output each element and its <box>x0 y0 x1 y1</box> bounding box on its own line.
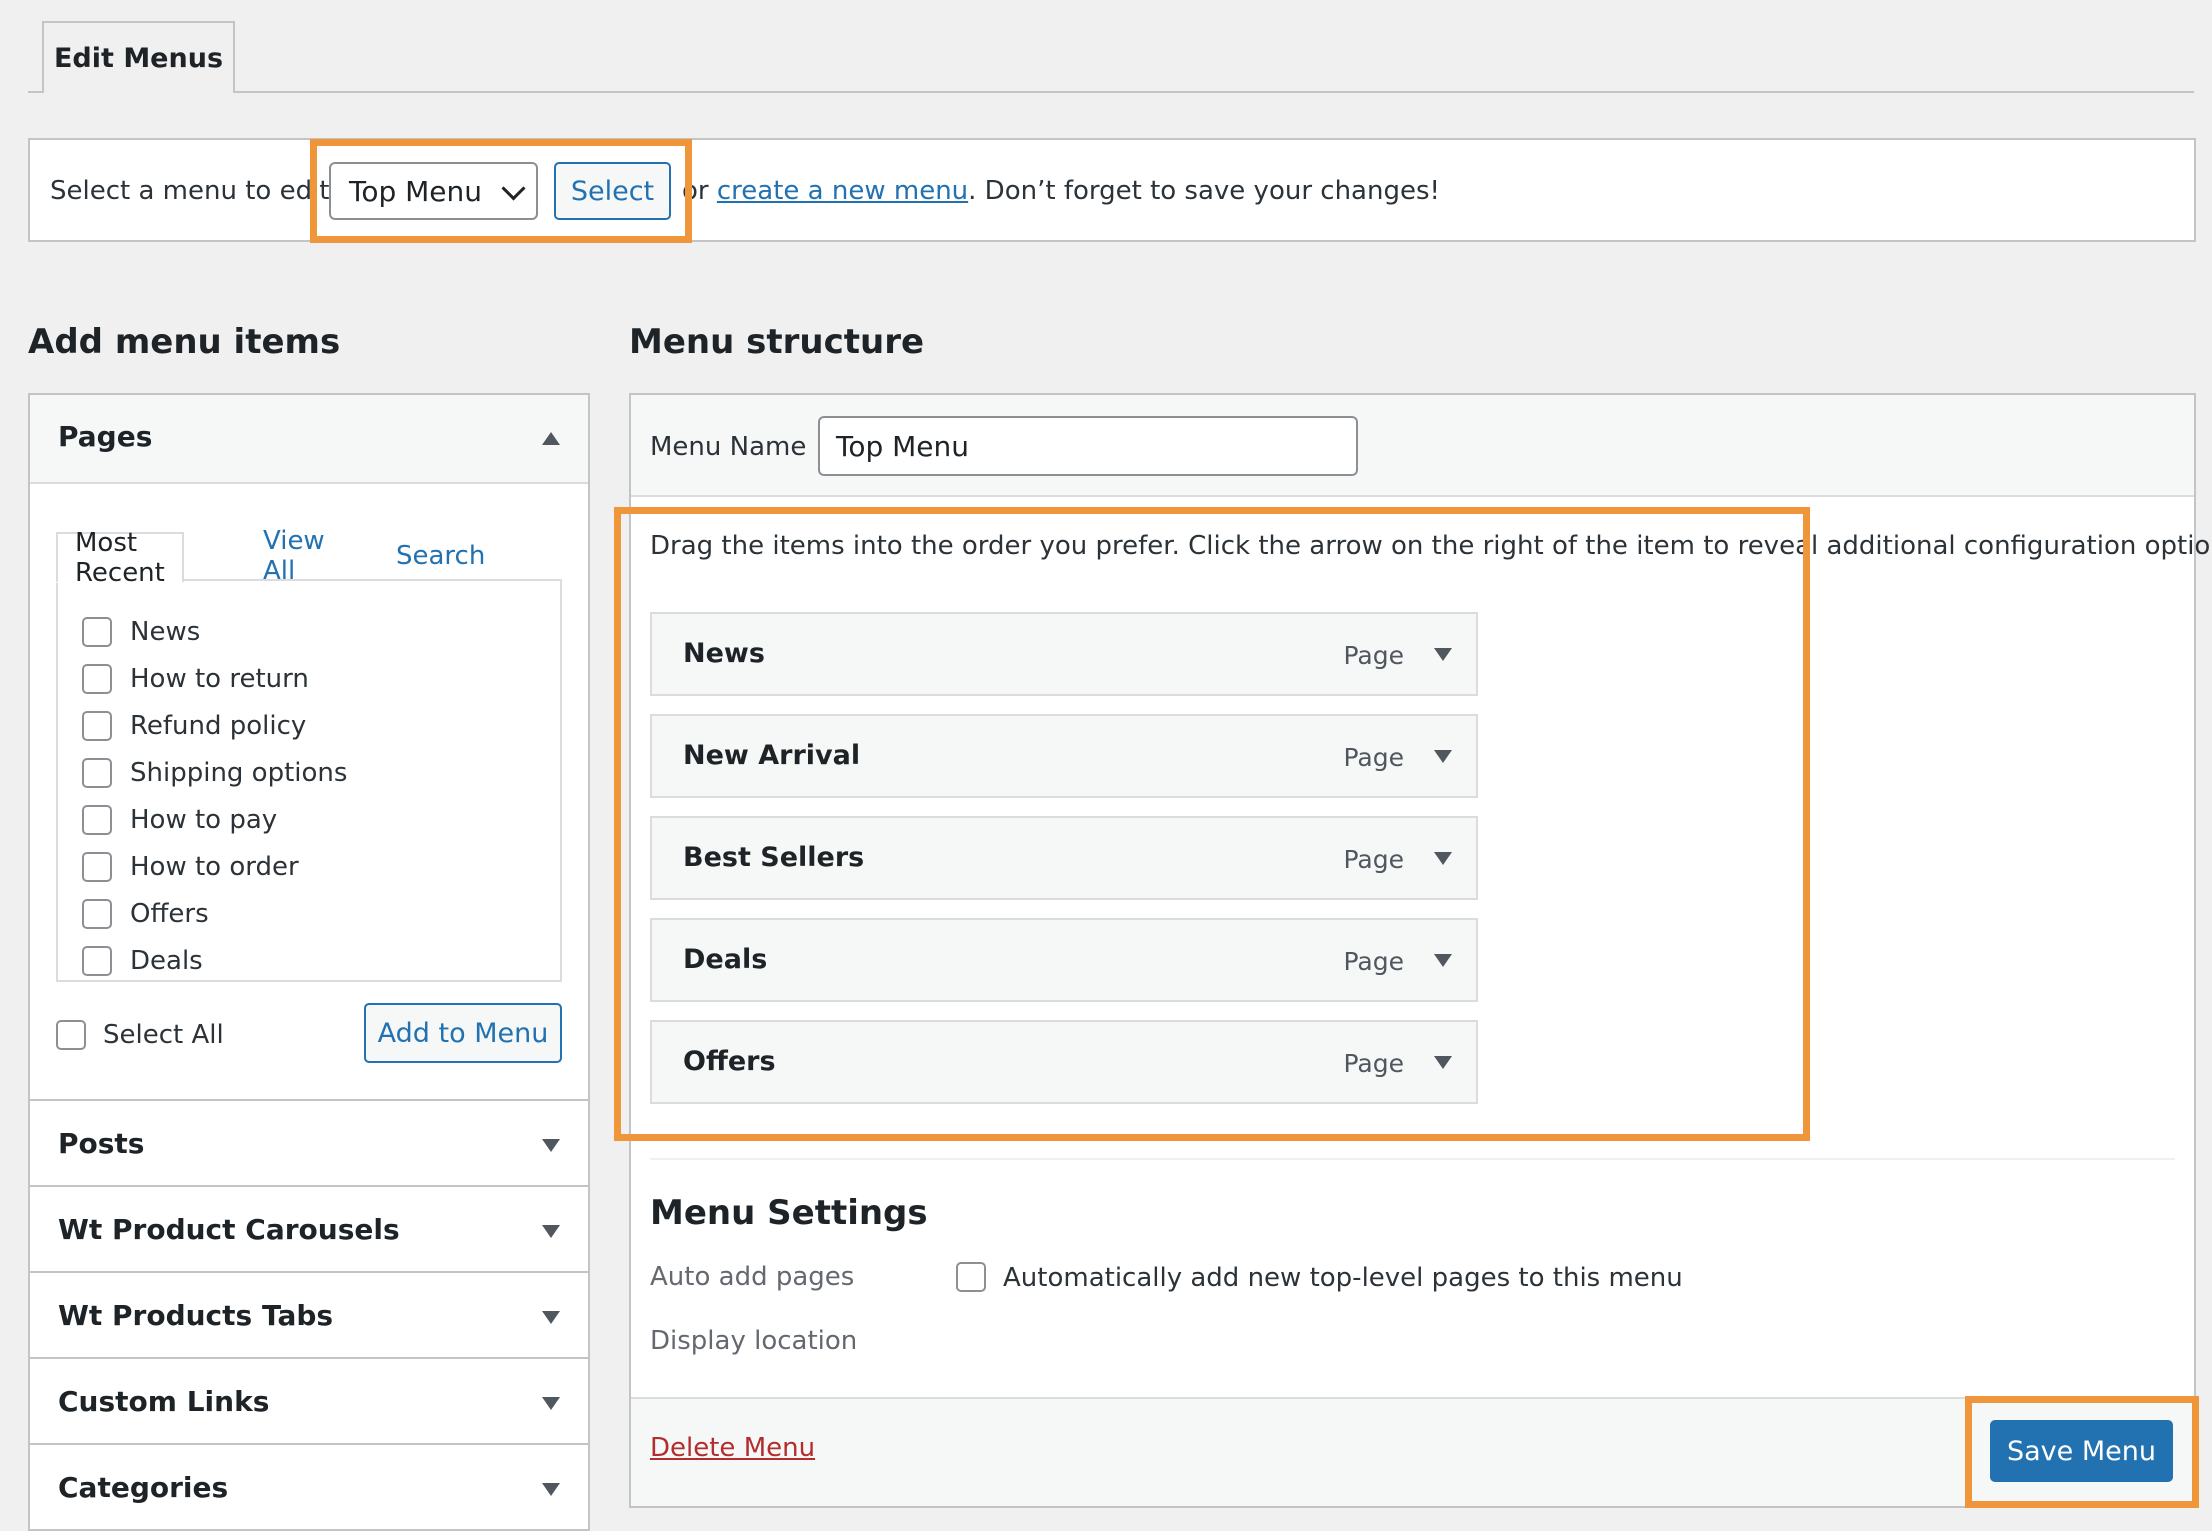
expand-arrow-icon[interactable] <box>1434 750 1452 763</box>
save-menu-button[interactable]: Save Menu <box>1990 1420 2173 1482</box>
menu-name-input[interactable]: Top Menu <box>818 416 1358 476</box>
list-item[interactable]: Refund policy <box>82 711 306 741</box>
save-reminder-text: . Don’t forget to save your changes! <box>968 176 1440 206</box>
chevron-down-icon <box>501 176 526 201</box>
expand-arrow-icon[interactable] <box>542 1397 560 1410</box>
menu-footer <box>631 1397 2194 1506</box>
select-menu-label: Select a menu to edit: <box>50 176 339 206</box>
expand-arrow-icon[interactable] <box>1434 1056 1452 1069</box>
menu-item[interactable]: Offers Page <box>650 1020 1478 1104</box>
expand-arrow-icon[interactable] <box>1434 648 1452 661</box>
add-menu-items-heading: Add menu items <box>28 322 341 362</box>
section-title: Wt Products Tabs <box>58 1299 334 1332</box>
categories-section[interactable]: Categories <box>28 1443 590 1531</box>
collapse-arrow-icon[interactable] <box>542 432 560 445</box>
checkbox[interactable] <box>82 946 112 976</box>
checkbox[interactable] <box>82 852 112 882</box>
page-label: Offers <box>130 899 209 929</box>
checkbox[interactable] <box>82 664 112 694</box>
list-item[interactable]: How to pay <box>82 805 277 835</box>
checkbox[interactable] <box>82 758 112 788</box>
add-to-menu-button[interactable]: Add to Menu <box>364 1003 562 1063</box>
expand-arrow-icon[interactable] <box>542 1311 560 1324</box>
menu-structure-heading: Menu structure <box>629 322 925 362</box>
delete-menu-link[interactable]: Delete Menu <box>650 1433 815 1463</box>
section-title: Wt Product Carousels <box>58 1213 400 1246</box>
menu-settings-heading: Menu Settings <box>650 1193 928 1233</box>
select-button[interactable]: Select <box>554 162 671 220</box>
tab-edit-menus[interactable]: Edit Menus <box>42 21 235 93</box>
page-label: Deals <box>130 946 203 976</box>
checkbox[interactable] <box>82 711 112 741</box>
list-item[interactable]: Offers <box>82 899 209 929</box>
menu-item[interactable]: News Page <box>650 612 1478 696</box>
menu-item-title: News <box>683 638 765 669</box>
checkbox[interactable] <box>82 617 112 647</box>
menu-item[interactable]: Best Sellers Page <box>650 816 1478 900</box>
menu-item-title: New Arrival <box>683 740 861 771</box>
menu-item-type: Page <box>1343 845 1404 874</box>
list-item[interactable]: News <box>82 617 200 647</box>
settings-divider <box>650 1158 2175 1160</box>
list-item[interactable]: How to order <box>82 852 299 882</box>
expand-arrow-icon[interactable] <box>542 1225 560 1238</box>
pages-list: News How to return Refund policy Shippin… <box>56 579 562 982</box>
posts-section[interactable]: Posts <box>28 1099 590 1187</box>
menu-item-title: Deals <box>683 944 768 975</box>
checkbox[interactable] <box>82 899 112 929</box>
expand-arrow-icon[interactable] <box>1434 954 1452 967</box>
tab-most-recent[interactable]: Most Recent <box>56 528 184 588</box>
list-item[interactable]: How to return <box>82 664 309 694</box>
tab-search[interactable]: Search <box>396 532 485 579</box>
expand-arrow-icon[interactable] <box>542 1139 560 1152</box>
create-menu-text: or create a new menu. Don’t forget to sa… <box>682 176 1440 206</box>
menu-item[interactable]: New Arrival Page <box>650 714 1478 798</box>
section-title: Categories <box>58 1471 229 1504</box>
section-title: Custom Links <box>58 1385 270 1418</box>
display-location-label: Display location <box>650 1326 858 1356</box>
section-title: Posts <box>58 1127 145 1160</box>
auto-add-text: Automatically add new top-level pages to… <box>1003 1263 1683 1293</box>
select-all-checkbox[interactable] <box>56 1020 86 1050</box>
checkbox[interactable] <box>82 805 112 835</box>
menu-item-type: Page <box>1343 743 1404 772</box>
create-new-menu-link[interactable]: create a new menu <box>717 176 968 206</box>
page-label: How to order <box>130 852 299 882</box>
pages-section-title: Pages <box>58 420 153 453</box>
tab-divider <box>28 91 2194 93</box>
menu-item-title: Best Sellers <box>683 842 865 873</box>
expand-arrow-icon[interactable] <box>542 1483 560 1496</box>
select-all-label: Select All <box>103 1020 224 1050</box>
page-label: How to return <box>130 664 309 694</box>
menu-select-value: Top Menu <box>349 174 483 208</box>
list-item[interactable]: Shipping options <box>82 758 347 788</box>
drag-instructions: Drag the items into the order you prefer… <box>650 531 2212 561</box>
page-label: Refund policy <box>130 711 307 741</box>
menu-select-dropdown[interactable]: Top Menu <box>329 162 538 220</box>
menu-item-title: Offers <box>683 1046 776 1077</box>
list-item[interactable]: Deals <box>82 946 203 976</box>
page-label: News <box>130 617 201 647</box>
page-label: How to pay <box>130 805 278 835</box>
menu-item-type: Page <box>1343 1049 1404 1078</box>
product-carousels-section[interactable]: Wt Product Carousels <box>28 1185 590 1273</box>
menu-item-type: Page <box>1343 947 1404 976</box>
expand-arrow-icon[interactable] <box>1434 852 1452 865</box>
auto-add-checkbox[interactable] <box>956 1262 986 1292</box>
tab-view-all[interactable]: View All <box>263 526 325 586</box>
pages-section-header[interactable]: Pages <box>30 395 588 484</box>
or-prefix: or <box>682 176 709 206</box>
menu-item[interactable]: Deals Page <box>650 918 1478 1002</box>
menu-name-label: Menu Name <box>650 432 807 462</box>
page-label: Shipping options <box>130 758 348 788</box>
products-tabs-section[interactable]: Wt Products Tabs <box>28 1271 590 1359</box>
auto-add-label: Auto add pages <box>650 1262 855 1292</box>
menu-item-type: Page <box>1343 641 1404 670</box>
custom-links-section[interactable]: Custom Links <box>28 1357 590 1445</box>
